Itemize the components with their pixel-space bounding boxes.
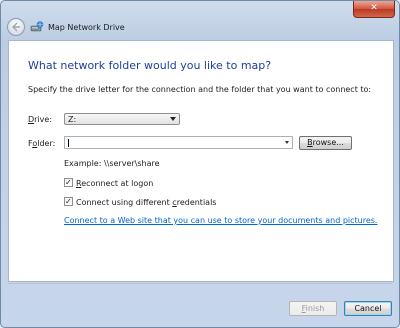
web-site-link[interactable]: Connect to a Web site that you can use t… (64, 216, 377, 225)
close-icon: ✕ (370, 3, 378, 13)
close-button[interactable]: ✕ (353, 1, 395, 18)
reconnect-label[interactable]: Reconnect at logon (76, 179, 153, 188)
chevron-down-icon[interactable] (285, 141, 289, 144)
text-caret (68, 139, 69, 147)
window-title: Map Network Drive (48, 23, 125, 32)
drive-value: Z: (68, 115, 77, 124)
folder-input[interactable] (64, 136, 293, 149)
folder-label: Folder: (28, 139, 56, 148)
footer-divider (8, 283, 392, 284)
title-bar: Map Network Drive ✕ (1, 1, 399, 36)
map-network-drive-window: Map Network Drive ✕ What network folder … (0, 0, 400, 328)
drive-label: Drive: (28, 115, 53, 124)
reconnect-checkbox[interactable]: ✓ (64, 178, 73, 187)
example-text: Example: \\server\share (64, 159, 160, 168)
drive-select[interactable]: Z: (64, 113, 180, 125)
wizard-page: What network folder would you like to ma… (8, 40, 394, 282)
network-drive-icon (30, 21, 44, 32)
page-heading: What network folder would you like to ma… (28, 59, 272, 72)
chevron-down-icon (170, 117, 176, 121)
instruction-text: Specify the drive letter for the connect… (28, 85, 372, 94)
back-arrow-icon (12, 22, 20, 32)
credentials-label[interactable]: Connect using different credentials (76, 198, 216, 207)
checkmark-icon: ✓ (65, 197, 72, 206)
cancel-button[interactable]: Cancel (344, 301, 392, 316)
back-button[interactable] (7, 18, 25, 36)
browse-button[interactable]: Browse... (299, 136, 352, 150)
checkmark-icon: ✓ (65, 178, 72, 187)
credentials-checkbox[interactable]: ✓ (64, 197, 73, 206)
finish-button[interactable]: Finish (289, 301, 337, 316)
